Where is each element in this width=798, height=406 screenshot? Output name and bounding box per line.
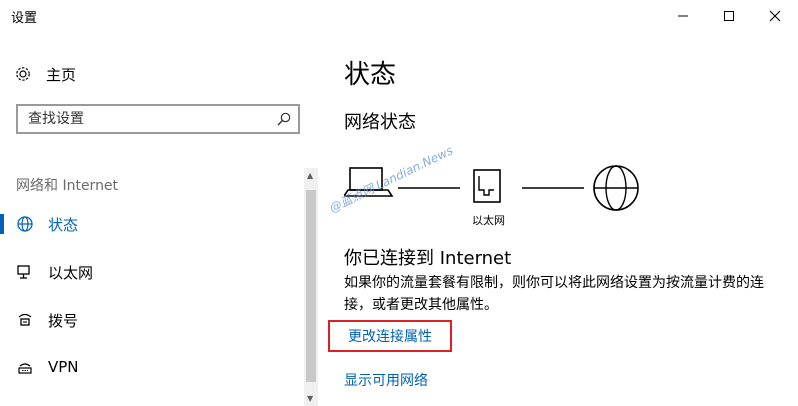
maximize-icon bbox=[724, 11, 734, 21]
page-title: 状态 bbox=[344, 60, 397, 90]
maximize-button[interactable] bbox=[706, 0, 752, 32]
scrollbar-thumb[interactable] bbox=[306, 190, 316, 382]
section-label: 网络和 Internet bbox=[16, 178, 119, 194]
close-icon bbox=[769, 10, 781, 22]
close-button[interactable] bbox=[752, 0, 798, 32]
globe-icon bbox=[17, 216, 33, 232]
sidebar-item-dialup[interactable]: 拨号 bbox=[0, 300, 300, 340]
minimize-icon bbox=[678, 15, 688, 17]
change-properties-highlight: 更改连接属性 bbox=[328, 320, 452, 352]
sidebar-item-label: 以太网 bbox=[48, 264, 94, 282]
scroll-up-icon[interactable]: ▲ bbox=[307, 171, 313, 180]
sidebar-item-label: VPN bbox=[48, 358, 79, 376]
home-nav[interactable]: 主页 bbox=[14, 62, 76, 86]
sidebar-scrollbar[interactable]: ▲ ▼ bbox=[304, 168, 318, 406]
sidebar-item-vpn[interactable]: VPN bbox=[0, 348, 300, 388]
minimize-button[interactable] bbox=[660, 0, 706, 32]
internet-globe-icon bbox=[593, 165, 639, 211]
sidebar-item-label: 拨号 bbox=[48, 312, 79, 330]
gear-icon bbox=[16, 67, 30, 81]
active-indicator bbox=[0, 214, 4, 234]
ethernet-adapter-icon bbox=[473, 169, 501, 203]
vpn-icon bbox=[18, 363, 32, 374]
connection-description: 如果你的流量套餐有限制，则你可以将此网络设置为按流量计费的连接，或者更改其他属性… bbox=[344, 275, 764, 313]
search-input[interactable] bbox=[28, 110, 268, 128]
home-label: 主页 bbox=[46, 65, 77, 84]
search-box[interactable] bbox=[16, 104, 300, 134]
title-bar: 设置 bbox=[0, 0, 798, 32]
change-connection-properties-link[interactable]: 更改连接属性 bbox=[348, 326, 432, 346]
connection-status-title: 你已连接到 Internet bbox=[344, 248, 512, 269]
window-title: 设置 bbox=[11, 11, 38, 26]
main-content: 状态 网络状态 以太网 你已连接到 Internet 如果你的流量套餐有限制，则… bbox=[328, 32, 784, 406]
sidebar-item-ethernet[interactable]: 以太网 bbox=[0, 252, 300, 292]
sidebar-item-label: 状态 bbox=[48, 216, 79, 234]
sidebar-item-status[interactable]: 状态 bbox=[0, 204, 300, 244]
section-title: 网络状态 bbox=[344, 112, 416, 133]
scroll-down-icon[interactable]: ▼ bbox=[307, 394, 313, 403]
ethernet-icon bbox=[17, 265, 30, 279]
search-icon[interactable] bbox=[276, 111, 292, 127]
dialup-icon bbox=[18, 313, 32, 326]
sidebar: 主页 网络和 Internet 状态 以太网 bbox=[0, 32, 320, 406]
show-available-networks-link[interactable]: 显示可用网络 bbox=[344, 370, 428, 390]
adapter-label: 以太网 bbox=[472, 214, 505, 227]
